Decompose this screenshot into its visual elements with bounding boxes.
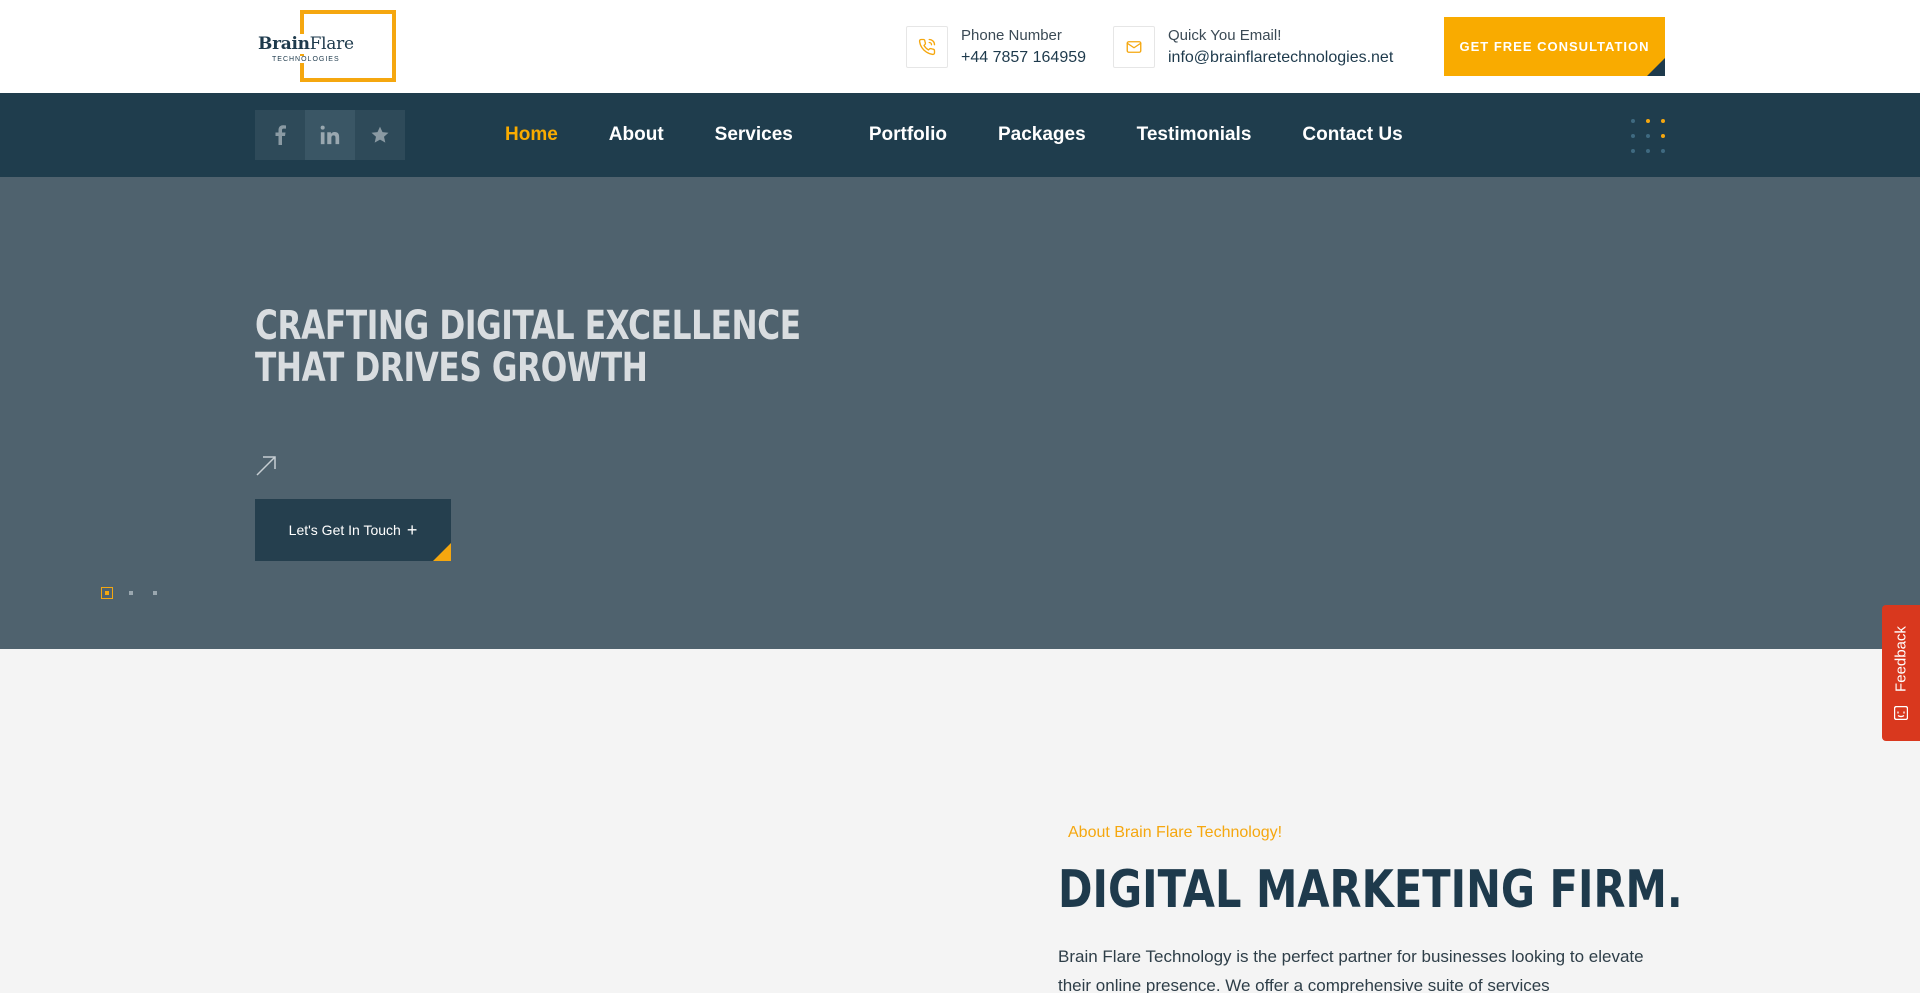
- nav-portfolio[interactable]: Portfolio: [869, 124, 947, 146]
- top-header: BrainFlare TECHNOLOGIES Phone Number +44…: [0, 0, 1920, 93]
- nav-services[interactable]: Services: [715, 124, 793, 146]
- email-label: Quick You Email!: [1168, 27, 1282, 44]
- feedback-label: Feedback: [1892, 626, 1910, 692]
- facebook-icon[interactable]: [255, 110, 305, 160]
- primary-nav: Home About Services Portfolio Packages T…: [505, 93, 1403, 177]
- about-description: Brain Flare Technology is the perfect pa…: [1058, 947, 1644, 993]
- brainflare-logo[interactable]: BrainFlare TECHNOLOGIES: [258, 10, 396, 82]
- logo-brand-light: Flare: [309, 34, 354, 54]
- hero-slider: CRAFTING DIGITAL EXCELLENCE THAT DRIVES …: [0, 177, 1920, 741]
- slider-dot-3[interactable]: [149, 587, 161, 599]
- feedback-tab[interactable]: Feedback: [1882, 605, 1920, 741]
- get-in-touch-label: Let's Get In Touch: [288, 522, 401, 538]
- arrow-up-right-icon: [255, 455, 277, 477]
- phone-icon: [906, 26, 948, 68]
- nav-about[interactable]: About: [609, 124, 664, 146]
- logo-subtitle: TECHNOLOGIES: [270, 56, 342, 63]
- logo-brand-bold: Brain: [258, 34, 310, 54]
- phone-label: Phone Number: [961, 27, 1062, 44]
- cta-corner-decoration: [1647, 58, 1665, 76]
- about-kicker: About Brain Flare Technology!: [1068, 824, 1283, 841]
- star-icon[interactable]: [355, 110, 405, 160]
- main-navbar: Home About Services Portfolio Packages T…: [0, 93, 1920, 177]
- about-title: DIGITAL MARKETING FIRM.: [1058, 860, 1683, 920]
- nav-packages[interactable]: Packages: [998, 124, 1086, 146]
- email-address[interactable]: info@brainflaretechnologies.net: [1168, 49, 1393, 67]
- cta-label: GET FREE CONSULTATION: [1459, 39, 1650, 54]
- plus-icon: +: [406, 519, 418, 540]
- social-links: [255, 110, 405, 160]
- dots-grid-icon[interactable]: [1631, 119, 1665, 153]
- nav-home[interactable]: Home: [505, 124, 558, 146]
- get-free-consultation-button[interactable]: GET FREE CONSULTATION: [1444, 17, 1665, 76]
- phone-number[interactable]: +44 7857 164959: [961, 49, 1086, 67]
- lets-get-in-touch-button[interactable]: Let's Get In Touch +: [255, 499, 451, 561]
- linkedin-icon[interactable]: [305, 110, 355, 160]
- feedback-icon: [1893, 705, 1909, 721]
- slider-pagination: [101, 587, 173, 599]
- logo-brand: BrainFlare: [258, 34, 356, 54]
- hero-title-line1: CRAFTING DIGITAL EXCELLENCE: [255, 303, 801, 349]
- hero-title-line2: THAT DRIVES GROWTH: [255, 345, 648, 391]
- slider-dot-2[interactable]: [125, 587, 137, 599]
- slider-dot-1[interactable]: [101, 587, 113, 599]
- hero-title: CRAFTING DIGITAL EXCELLENCE THAT DRIVES …: [255, 305, 801, 389]
- button-corner-decoration: [433, 543, 451, 561]
- nav-contact-us[interactable]: Contact Us: [1302, 124, 1402, 146]
- nav-testimonials[interactable]: Testimonials: [1137, 124, 1252, 146]
- mail-icon: [1113, 26, 1155, 68]
